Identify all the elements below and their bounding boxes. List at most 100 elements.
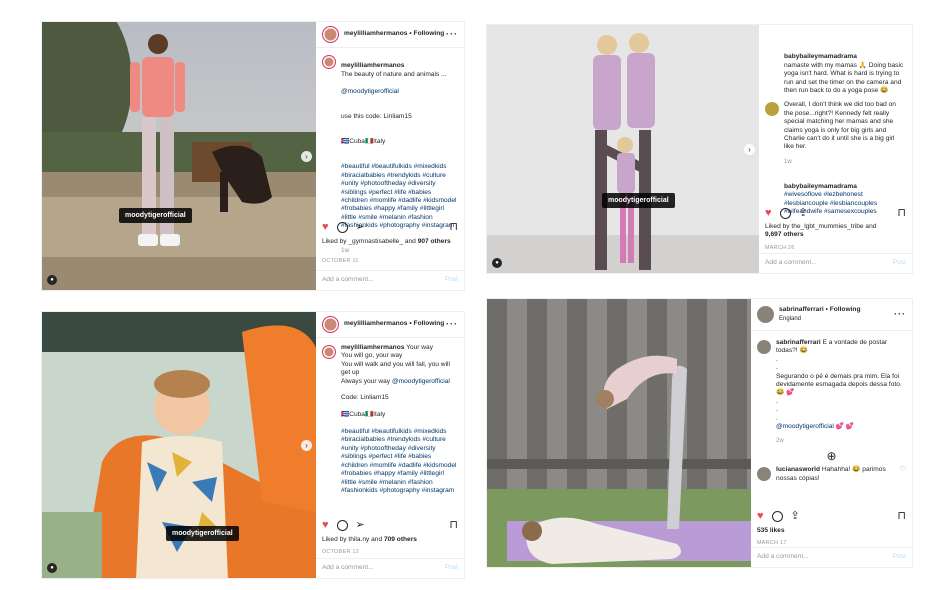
location-link[interactable]: England bbox=[779, 316, 801, 322]
bookmark-icon[interactable]: ⊓ bbox=[449, 520, 458, 532]
heart-icon[interactable]: ♥ bbox=[757, 511, 764, 523]
liked-by-text[interactable]: Liked by the_lgbt_mummies_tribe and bbox=[765, 223, 876, 230]
avatar[interactable] bbox=[322, 345, 336, 359]
post-button[interactable]: Post bbox=[445, 564, 458, 572]
comment-input[interactable]: Add a comment... bbox=[322, 564, 374, 572]
post-button[interactable]: Post bbox=[445, 276, 458, 284]
comment-username[interactable]: babybaileymamadrama bbox=[784, 53, 857, 60]
comment-input[interactable]: Add a comment... bbox=[765, 259, 817, 267]
post-photo[interactable] bbox=[487, 299, 753, 567]
post-time: 2w bbox=[776, 438, 784, 445]
post-button[interactable]: Post bbox=[893, 259, 906, 267]
mention-link[interactable]: @moodytigerofficial bbox=[776, 423, 834, 430]
comment-row: babybaileymamadrama namaste with my mama… bbox=[765, 45, 906, 95]
share-icon[interactable]: ⇪ bbox=[799, 208, 808, 220]
caption-body: E a vontade de postar todas?! 😂 . . Segu… bbox=[776, 339, 902, 422]
comment-body: Overall, I don't think we did too bad on… bbox=[784, 101, 896, 151]
add-comment-bar: Add a comment... Post bbox=[751, 547, 912, 567]
caption-row: meylilliamhermanos Your way You will go,… bbox=[322, 344, 458, 495]
comment-username[interactable]: lucianasworld bbox=[776, 466, 820, 473]
post-photo[interactable]: moodytigerofficial › ● bbox=[42, 312, 318, 578]
action-bar: ♥ ⇪ ⊓ bbox=[765, 208, 906, 220]
caption-username[interactable]: sabrinafferrari bbox=[776, 339, 821, 346]
avatar[interactable] bbox=[757, 340, 771, 354]
post-panel: meylilliamhermanos • Following ··· meyli… bbox=[316, 22, 464, 290]
mention-link[interactable]: @moodytigerofficial bbox=[341, 88, 399, 95]
likes-count[interactable]: 535 likes bbox=[757, 527, 785, 534]
comment-icon[interactable] bbox=[336, 520, 348, 531]
post-photo[interactable]: moodytigerofficial › ● bbox=[42, 22, 318, 290]
comments: babybaileymamadrama namaste with my mama… bbox=[759, 25, 912, 216]
caption-text: sabrinafferrari E a vontade de postar to… bbox=[776, 339, 906, 431]
action-bar: ♥ ⇪ ⊓ bbox=[757, 511, 906, 523]
mention-link[interactable]: @moodytigerofficial bbox=[392, 378, 450, 385]
username[interactable]: sabrinafferrari bbox=[779, 306, 824, 313]
caption-username[interactable]: meylilliamhermanos bbox=[341, 344, 404, 351]
next-arrow-icon[interactable]: › bbox=[744, 144, 755, 155]
avatar[interactable] bbox=[322, 26, 339, 43]
share-icon[interactable]: ➢ bbox=[356, 520, 365, 532]
post-date: MARCH 26 bbox=[765, 245, 795, 251]
post-button[interactable]: Post bbox=[893, 553, 906, 561]
heart-icon[interactable]: ♥ bbox=[322, 222, 329, 234]
hashtags[interactable]: #beautiful #beautifulkids #mixedkids #bi… bbox=[341, 428, 456, 494]
following-label[interactable]: • Following bbox=[826, 306, 861, 313]
more-options-icon[interactable]: ··· bbox=[446, 30, 458, 39]
others-count[interactable]: 709 others bbox=[384, 536, 417, 543]
username[interactable]: meylilliamhermanos bbox=[344, 320, 407, 328]
others-count[interactable]: 907 others bbox=[418, 238, 451, 245]
share-icon[interactable]: ⇪ bbox=[791, 511, 800, 523]
others-count[interactable]: 9,697 others bbox=[765, 231, 803, 238]
tagged-user-icon[interactable]: ● bbox=[492, 258, 502, 268]
like-comment-icon[interactable]: ♡ bbox=[900, 466, 906, 483]
post-panel: meylilliamhermanos • Following ··· meyli… bbox=[316, 312, 464, 578]
bookmark-icon[interactable]: ⊓ bbox=[449, 222, 458, 234]
photo-acro-yoga bbox=[487, 299, 753, 567]
next-arrow-icon[interactable]: › bbox=[301, 151, 312, 162]
comment-input[interactable]: Add a comment... bbox=[322, 276, 374, 284]
bookmark-icon[interactable]: ⊓ bbox=[897, 208, 906, 220]
load-more-comments-icon[interactable]: ⊕ bbox=[757, 450, 906, 463]
post-photo[interactable]: moodytigerofficial › ● bbox=[487, 25, 761, 273]
more-options-icon[interactable]: ··· bbox=[894, 310, 906, 319]
comment-icon[interactable] bbox=[336, 222, 348, 233]
username[interactable]: meylilliamhermanos bbox=[344, 30, 407, 38]
post-card-3: moodytigerofficial › ● meylilliamhermano… bbox=[41, 311, 465, 579]
more-options-icon[interactable]: ··· bbox=[446, 320, 458, 329]
post-header: meylilliamhermanos • Following ··· bbox=[316, 312, 464, 338]
bookmark-icon[interactable]: ⊓ bbox=[897, 511, 906, 523]
photo-family-yoga bbox=[487, 25, 761, 273]
caption-username[interactable]: meylilliamhermanos bbox=[341, 62, 404, 69]
post-date: OCTOBER 12 bbox=[322, 549, 360, 555]
likes-summary: Liked by _gymnastisabelle_ and 907 other… bbox=[322, 238, 458, 246]
avatar[interactable] bbox=[757, 467, 771, 482]
heart-icon[interactable]: ♥ bbox=[765, 208, 772, 220]
avatar[interactable] bbox=[322, 316, 339, 333]
caption-row: sabrinafferrari E a vontade de postar to… bbox=[757, 339, 906, 431]
hashtags[interactable]: #beautiful #beautifulkids #mixedkids #bi… bbox=[341, 163, 456, 229]
liked-by-text[interactable]: Liked by _gymnastisabelle_ and bbox=[322, 238, 416, 245]
avatar[interactable] bbox=[765, 102, 779, 117]
avatar[interactable] bbox=[322, 55, 336, 69]
comment-icon[interactable] bbox=[779, 208, 791, 219]
comment-input[interactable]: Add a comment... bbox=[757, 553, 809, 561]
comment-text: babybaileymamadrama namaste with my mama… bbox=[784, 45, 906, 95]
liked-by-text[interactable]: Liked by thila.ny and bbox=[322, 536, 382, 543]
post-header: meylilliamhermanos • Following ··· bbox=[316, 22, 464, 48]
comment-username[interactable]: babybaileymamadrama bbox=[784, 183, 857, 190]
comment-icon[interactable] bbox=[771, 511, 783, 522]
following-label[interactable]: • Following bbox=[409, 30, 444, 38]
mention-emoji: 💕 💕 bbox=[835, 423, 854, 431]
tagged-user-icon[interactable]: ● bbox=[47, 563, 57, 573]
comment-text: lucianasworld Hahahha! 😂 parimos nossas … bbox=[776, 466, 900, 483]
tag-badge[interactable]: moodytigerofficial bbox=[602, 193, 675, 208]
post-date: OCTOBER 11 bbox=[322, 258, 359, 264]
next-arrow-icon[interactable]: › bbox=[301, 440, 312, 451]
avatar[interactable] bbox=[757, 306, 774, 323]
tag-badge[interactable]: moodytigerofficial bbox=[119, 208, 192, 223]
share-icon[interactable]: ➢ bbox=[356, 222, 365, 234]
following-label[interactable]: • Following bbox=[409, 320, 444, 328]
heart-icon[interactable]: ♥ bbox=[322, 520, 329, 532]
tagged-user-icon[interactable]: ● bbox=[47, 275, 57, 285]
tag-badge[interactable]: moodytigerofficial bbox=[166, 526, 239, 541]
